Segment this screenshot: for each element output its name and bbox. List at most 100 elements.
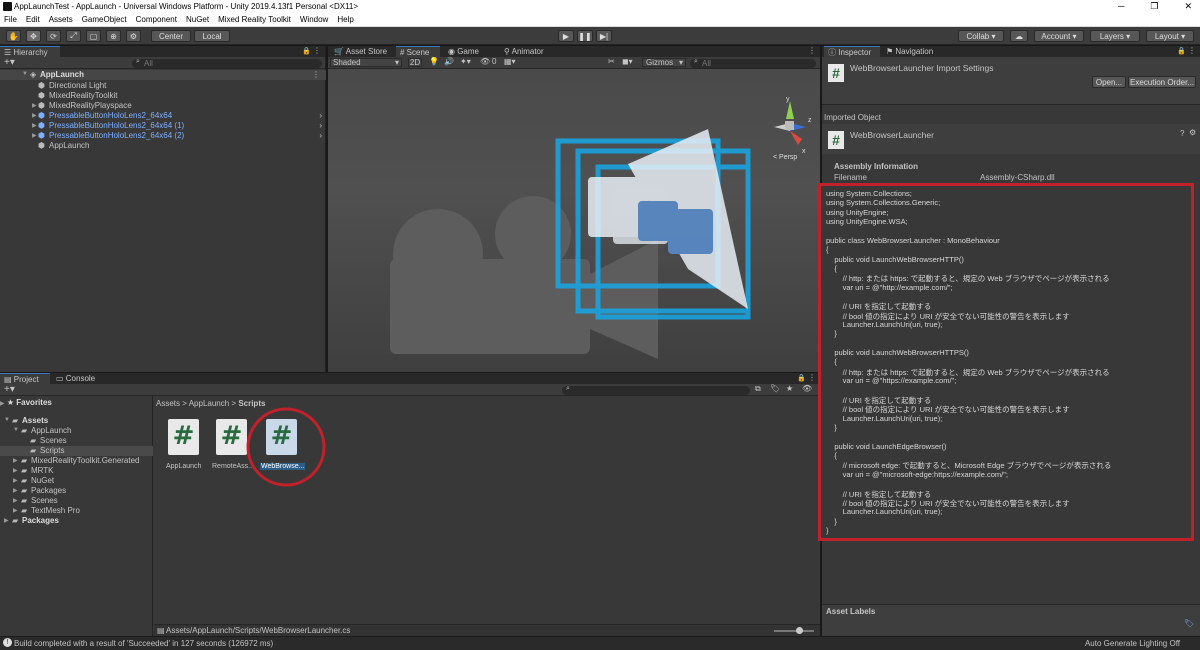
expand-arrow-icon[interactable]: ▼: [22, 71, 28, 77]
project-search-input[interactable]: ⌕: [562, 385, 750, 395]
tab-navigation[interactable]: ⚑ Navigation: [882, 46, 942, 57]
chevron-right-icon[interactable]: ›: [319, 131, 322, 140]
lock-icon[interactable]: 🔒: [1177, 47, 1186, 55]
expand-arrow-icon[interactable]: ▶: [32, 112, 37, 119]
create-add-icon[interactable]: +▾: [4, 384, 15, 395]
chevron-right-icon[interactable]: ›: [319, 121, 322, 130]
expand-arrow-icon[interactable]: ▶: [13, 457, 18, 464]
hidden-objects-icon[interactable]: 👁: [480, 57, 490, 66]
open-button[interactable]: Open...: [1092, 76, 1126, 88]
rect-tool-icon[interactable]: ▢: [86, 30, 101, 42]
breadcrumb-assets[interactable]: Assets: [156, 399, 180, 408]
tab-project[interactable]: ▤ Project: [0, 373, 50, 384]
lighting-icon[interactable]: 💡: [429, 57, 439, 66]
expand-arrow-icon[interactable]: ▶: [13, 507, 18, 514]
menu-assets[interactable]: Assets: [49, 15, 73, 24]
expand-arrow-icon[interactable]: ▶: [13, 487, 18, 494]
close-icon[interactable]: ✕: [1184, 1, 1192, 12]
cloud-icon[interactable]: ☁: [1010, 30, 1028, 42]
search-by-label-icon[interactable]: 🏷: [770, 384, 780, 393]
expand-arrow-icon[interactable]: ▶: [4, 517, 9, 524]
custom-tool-icon[interactable]: ⚙: [126, 30, 141, 42]
gear-icon[interactable]: ⚙: [1189, 128, 1196, 137]
expand-arrow-icon[interactable]: ▶: [13, 467, 18, 474]
tree-item[interactable]: ▶ ▰ Packages: [0, 486, 153, 496]
expand-arrow-icon[interactable]: ▶: [32, 102, 37, 109]
tab-inspector[interactable]: ⓘ Inspector: [824, 46, 880, 57]
asset-item-applaunch[interactable]: # AppLaunch: [166, 419, 206, 471]
lock-icon[interactable]: 🔒: [797, 374, 806, 382]
label-tag-icon[interactable]: 🏷: [1184, 619, 1194, 628]
hierarchy-item[interactable]: ▶ ⬢ PressableButtonHoloLens2_64x64 ›: [0, 111, 326, 121]
collab-dropdown[interactable]: Collab ▾: [958, 30, 1004, 42]
favorite-star-icon[interactable]: ★: [786, 384, 793, 393]
tree-item[interactable]: ▶ ▰ MixedRealityToolkit.Generated: [0, 456, 153, 466]
menu-window[interactable]: Window: [300, 15, 328, 24]
pivot-local-button[interactable]: Local: [194, 30, 230, 42]
hierarchy-search-input[interactable]: ⌕ All: [132, 58, 322, 68]
grid-icon[interactable]: ▦▾: [504, 57, 516, 66]
effects-icon[interactable]: ✦▾: [460, 57, 471, 66]
menu-gameobject[interactable]: GameObject: [82, 15, 127, 24]
tab-console[interactable]: ▭ Console: [52, 373, 102, 384]
scene-search-input[interactable]: ⌕ All: [690, 58, 816, 68]
expand-arrow-icon[interactable]: ▼: [13, 427, 19, 433]
tree-item[interactable]: ▶ ▰ Scenes: [0, 496, 153, 506]
scale-tool-icon[interactable]: ⤢: [66, 30, 81, 42]
tools-icon[interactable]: ✂: [608, 57, 615, 66]
account-dropdown[interactable]: Account ▾: [1034, 30, 1084, 42]
create-add-icon[interactable]: +▾: [4, 57, 15, 68]
help-icon[interactable]: ?: [1180, 129, 1184, 138]
hierarchy-root-row[interactable]: ▼ ◈ AppLaunch ⋮: [0, 70, 326, 80]
menu-edit[interactable]: Edit: [26, 15, 40, 24]
step-button[interactable]: ▶|: [596, 30, 612, 42]
hierarchy-item[interactable]: ⬢ Directional Light: [0, 81, 326, 91]
2d-toggle[interactable]: 2D: [408, 58, 422, 67]
tree-item[interactable]: ▼ ▰ Assets: [0, 416, 153, 426]
hierarchy-item[interactable]: ▶ ⬢ PressableButtonHoloLens2_64x64 (2) ›: [0, 131, 326, 141]
expand-arrow-icon[interactable]: ▶: [13, 497, 18, 504]
search-by-type-icon[interactable]: ⧉: [755, 384, 761, 394]
tab-asset-store[interactable]: 🛒 Asset Store: [330, 46, 392, 57]
lock-icon[interactable]: 🔒: [302, 47, 311, 55]
pivot-center-button[interactable]: Center: [151, 30, 191, 42]
menu-file[interactable]: File: [4, 15, 17, 24]
favorites-row[interactable]: ▶ ★ Favorites: [0, 398, 52, 407]
gizmos-dropdown[interactable]: Gizmos ▾: [642, 58, 686, 67]
status-message[interactable]: Build completed with a result of 'Succee…: [14, 639, 273, 648]
move-tool-icon[interactable]: ✥: [26, 30, 41, 42]
play-button[interactable]: ▶: [558, 30, 574, 42]
execution-order-button[interactable]: Execution Order...: [1128, 76, 1196, 88]
breadcrumb-applaunch[interactable]: AppLaunch: [189, 399, 229, 408]
tree-item[interactable]: ▶ ▰ Packages: [0, 516, 153, 526]
menu-mixed-reality-toolkit[interactable]: Mixed Reality Toolkit: [218, 15, 291, 24]
hand-tool-icon[interactable]: ✋: [6, 30, 21, 42]
expand-arrow-icon[interactable]: ▶: [0, 401, 5, 407]
pause-button[interactable]: ❚❚: [577, 30, 593, 42]
maximize-icon[interactable]: ❐: [1150, 1, 1158, 12]
panel-menu-icon[interactable]: ⋮: [808, 46, 816, 55]
hierarchy-item[interactable]: ▶ ⬢ PressableButtonHoloLens2_64x64 (1) ›: [0, 121, 326, 131]
tree-item[interactable]: ▰ Scenes: [0, 436, 153, 446]
menu-nuget[interactable]: NuGet: [186, 15, 209, 24]
audio-icon[interactable]: 🔊: [444, 57, 454, 66]
expand-arrow-icon[interactable]: ▶: [32, 132, 37, 139]
expand-arrow-icon[interactable]: ▶: [13, 477, 18, 484]
tab-game[interactable]: ◉ Game: [444, 46, 496, 57]
tree-item[interactable]: ▰ Scripts: [0, 446, 153, 456]
hierarchy-item[interactable]: ▶ ⬢ MixedRealityPlayspace: [0, 101, 326, 111]
persp-label[interactable]: < Persp: [773, 154, 797, 161]
minimize-icon[interactable]: ─: [1118, 1, 1124, 12]
tree-item[interactable]: ▶ ▰ NuGet: [0, 476, 153, 486]
layout-dropdown[interactable]: Layout ▾: [1146, 30, 1194, 42]
tree-item[interactable]: ▶ ▰ TextMesh Pro: [0, 506, 153, 516]
slider-handle[interactable]: [796, 627, 803, 634]
panel-menu-icon[interactable]: ⋮: [808, 373, 816, 382]
expand-arrow-icon[interactable]: ▼: [4, 417, 10, 423]
menu-help[interactable]: Help: [337, 15, 353, 24]
tree-item[interactable]: ▼ ▰ AppLaunch: [0, 426, 153, 436]
tab-hierarchy[interactable]: ☰ Hierarchy: [0, 46, 60, 57]
chevron-right-icon[interactable]: ›: [319, 111, 322, 120]
hierarchy-item[interactable]: ⬢ AppLaunch: [0, 141, 326, 151]
tab-scene[interactable]: # Scene: [396, 46, 440, 57]
